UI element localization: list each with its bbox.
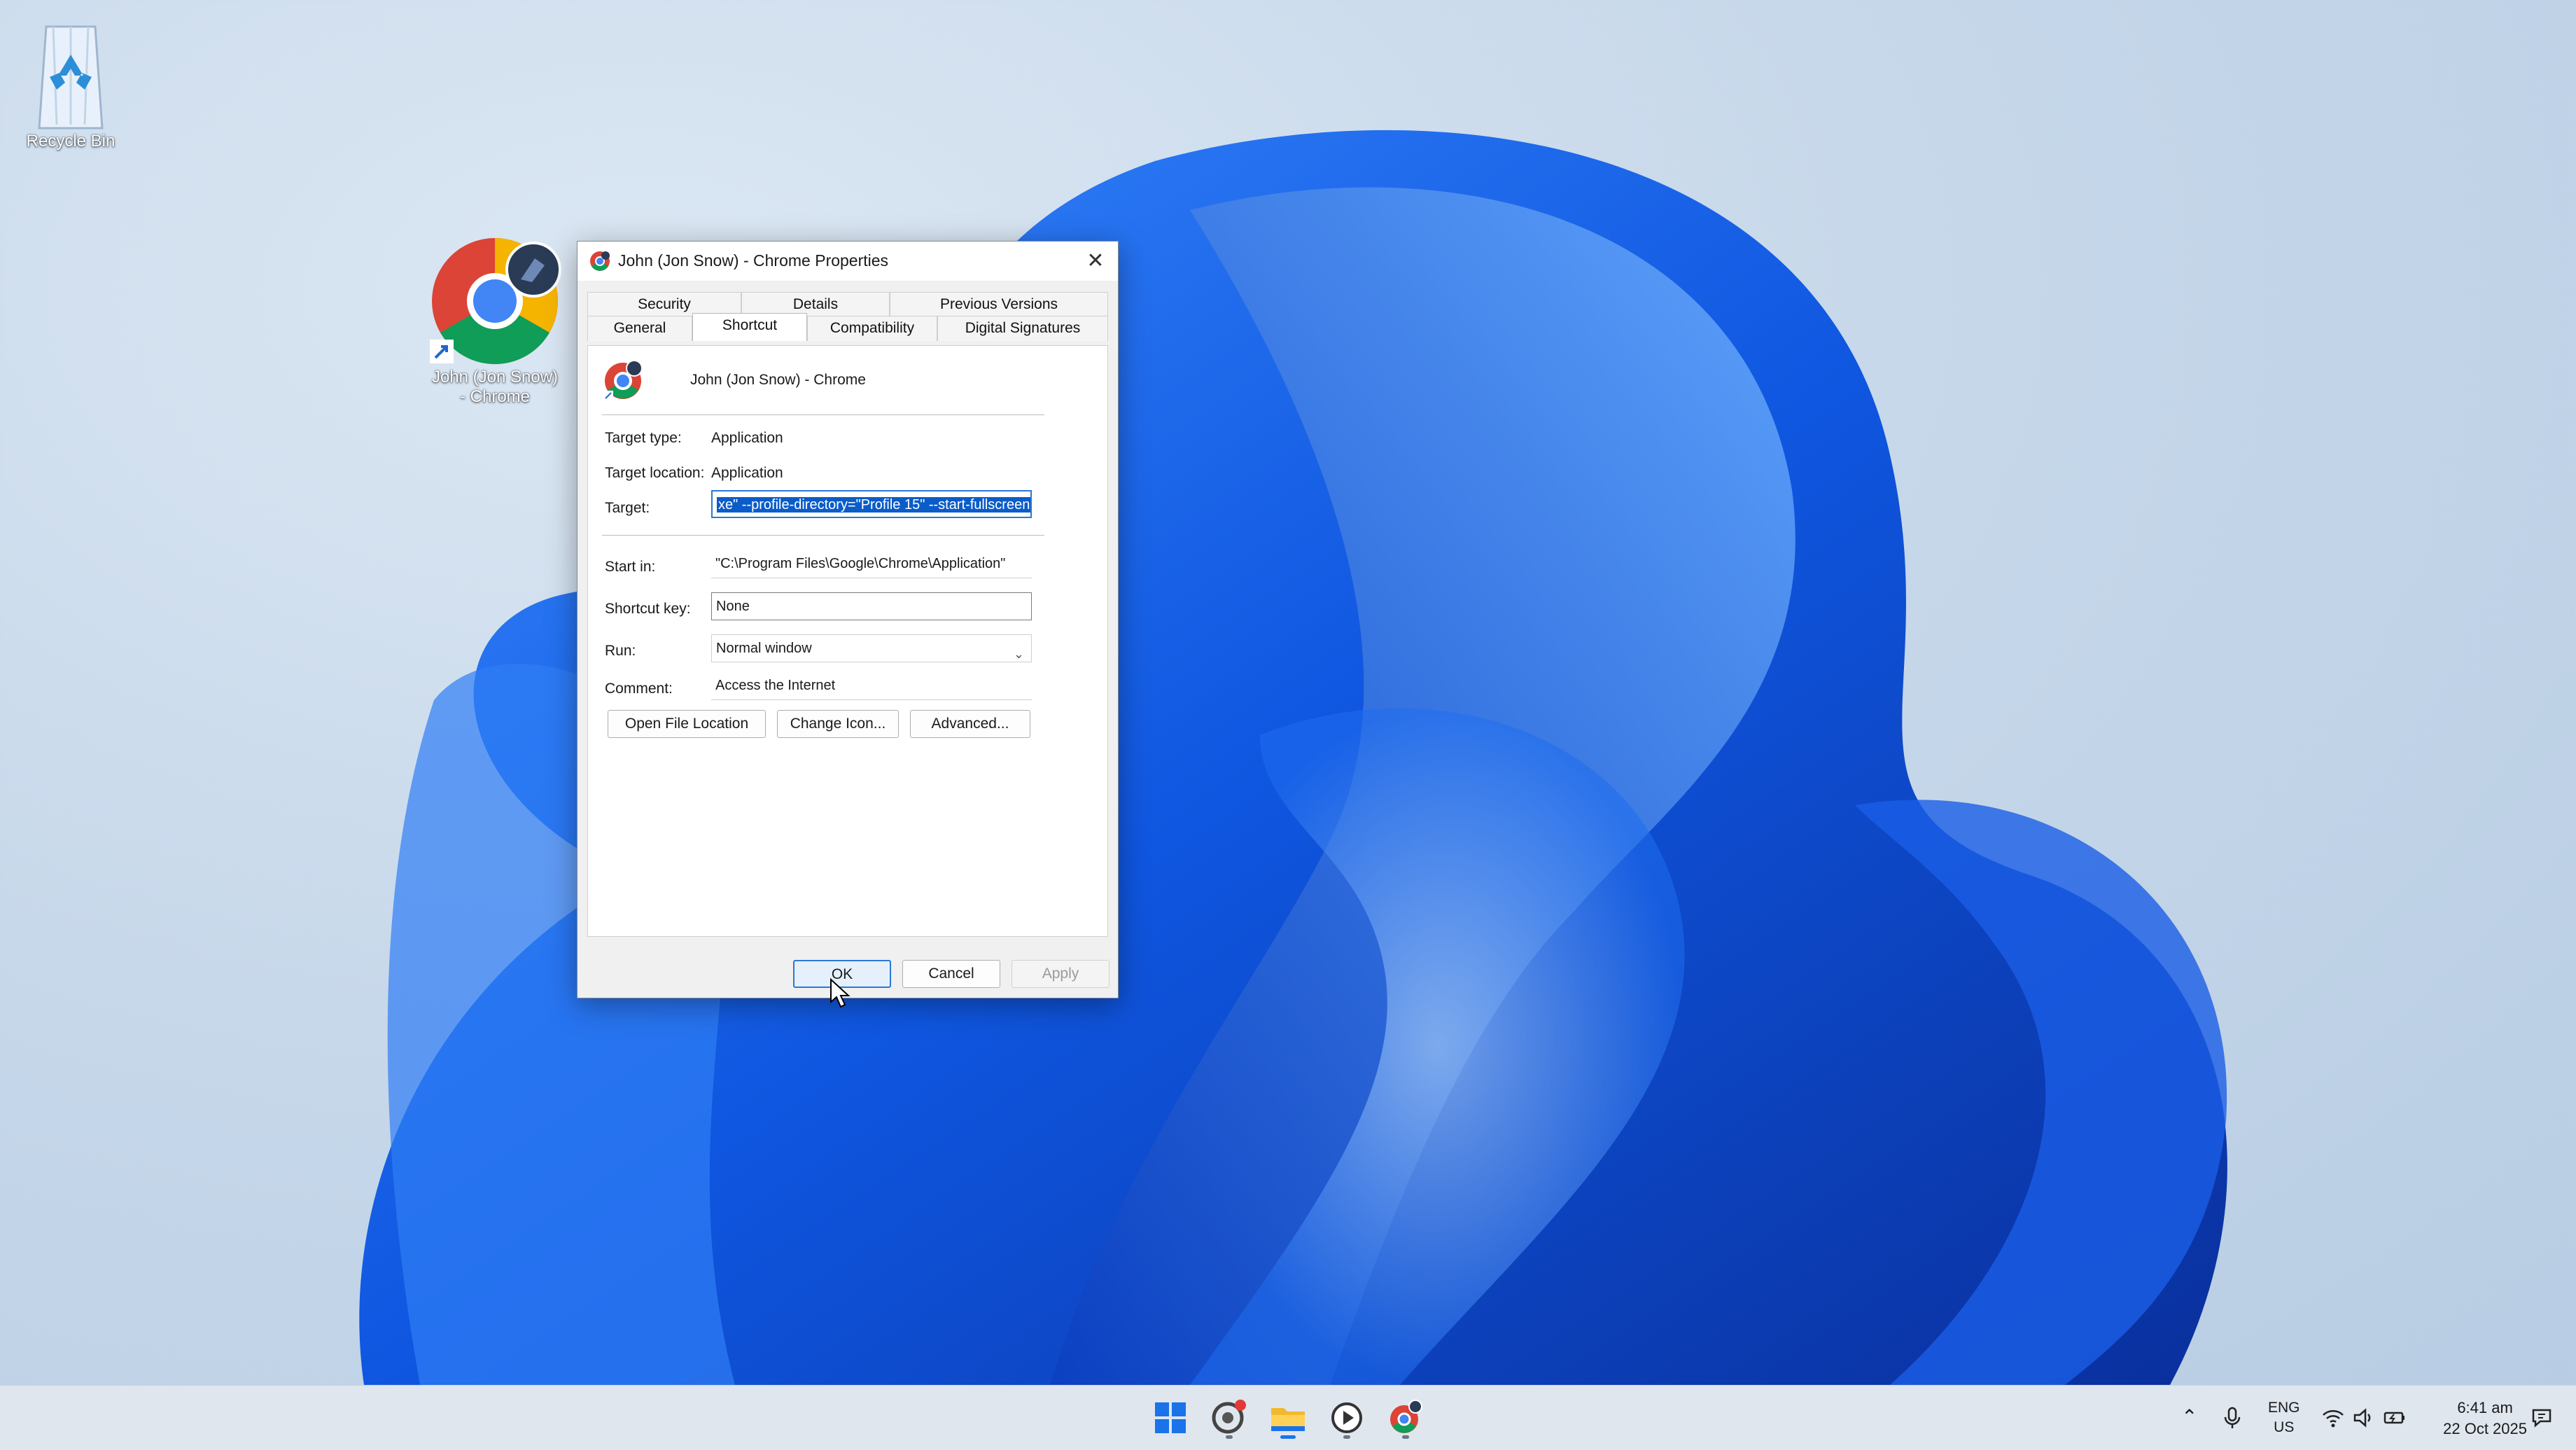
- target-label: Target:: [605, 500, 650, 516]
- file-explorer-icon: [1271, 1408, 1305, 1431]
- apply-button[interactable]: Apply: [1011, 960, 1110, 988]
- chrome-shortcut-label: John (Jon Snow) - Chrome: [431, 368, 559, 406]
- chrome-profile-icon: [1390, 1400, 1422, 1433]
- chrome-title-icon: [590, 251, 610, 271]
- comment-label: Comment:: [605, 681, 673, 697]
- microphone-icon[interactable]: [2220, 1406, 2244, 1430]
- run-label: Run:: [605, 643, 636, 659]
- tab-shortcut[interactable]: Shortcut: [692, 313, 807, 341]
- shortcut-key-label: Shortcut key:: [605, 601, 691, 617]
- shortcut-panel: John (Jon Snow) - Chrome Target type: Ap…: [587, 345, 1108, 937]
- target-input[interactable]: xe" --profile-directory="Profile 15" --s…: [711, 490, 1032, 518]
- taskbar-media-player[interactable]: [1324, 1395, 1369, 1440]
- tab-digital-signatures[interactable]: Digital Signatures: [937, 316, 1108, 341]
- recycle-bin-shortcut[interactable]: Recycle Bin: [4, 13, 137, 151]
- wifi-icon[interactable]: [2321, 1406, 2345, 1430]
- tab-general[interactable]: General: [587, 316, 692, 341]
- target-location-label: Target location:: [605, 465, 705, 481]
- language-indicator[interactable]: ENG US: [2268, 1398, 2300, 1437]
- tab-previous-versions[interactable]: Previous Versions: [890, 292, 1108, 317]
- cancel-button[interactable]: Cancel: [902, 960, 1000, 988]
- battery-icon[interactable]: [2383, 1406, 2407, 1430]
- run-selected-value: Normal window: [716, 641, 812, 656]
- close-button[interactable]: ✕: [1082, 247, 1110, 275]
- chrome-profile-icon: [428, 235, 561, 368]
- close-icon: ✕: [1086, 249, 1105, 272]
- notification-bell-icon[interactable]: [2530, 1406, 2554, 1430]
- chevron-down-icon: ⌄: [1013, 647, 1024, 661]
- chrome-shortcut-icon: [603, 360, 643, 400]
- recycle-bin-icon: [25, 13, 116, 132]
- chrome-notification-icon: [1212, 1400, 1246, 1434]
- tab-strip: Security Details Previous Versions Gener…: [587, 291, 1108, 345]
- comment-input[interactable]: Access the Internet: [711, 672, 1032, 700]
- chevron-up-icon[interactable]: ⌃: [2181, 1405, 2197, 1428]
- clock-date: 22 Oct 2025: [2443, 1420, 2527, 1437]
- change-icon-button[interactable]: Change Icon...: [777, 710, 899, 738]
- windows-start-icon: [1155, 1402, 1186, 1433]
- media-player-icon: [1331, 1402, 1362, 1433]
- start-in-input[interactable]: "C:\Program Files\Google\Chrome\Applicat…: [711, 550, 1032, 578]
- mouse-cursor-icon: [830, 978, 850, 1008]
- wallpaper-bloom: [359, 130, 2227, 1385]
- clock-time: 6:41 am: [2457, 1399, 2513, 1416]
- target-type-label: Target type:: [605, 430, 682, 446]
- language-code: ENG: [2268, 1400, 2300, 1416]
- recycle-bin-label: Recycle Bin: [26, 132, 115, 151]
- start-button[interactable]: [1148, 1395, 1193, 1440]
- taskbar-file-explorer[interactable]: [1266, 1395, 1310, 1440]
- shortcut-name: John (Jon Snow) - Chrome: [690, 372, 866, 388]
- start-in-label: Start in:: [605, 559, 656, 575]
- target-text: xe" --profile-directory="Profile 15" --s…: [717, 497, 1030, 513]
- taskbar: ⌃ ENG US 6:41 am 22 Oct 2025: [0, 1385, 2576, 1450]
- shortcut-key-input[interactable]: None: [711, 592, 1032, 620]
- run-select[interactable]: Normal window ⌄: [711, 634, 1032, 662]
- open-file-location-button[interactable]: Open File Location: [608, 710, 766, 738]
- tab-compatibility[interactable]: Compatibility: [807, 316, 937, 341]
- target-type-value: Application: [711, 430, 783, 446]
- taskbar-chrome-notification[interactable]: [1207, 1395, 1252, 1440]
- advanced-button[interactable]: Advanced...: [910, 710, 1030, 738]
- target-location-value: Application: [711, 465, 783, 481]
- volume-icon[interactable]: [2352, 1406, 2376, 1430]
- system-clock[interactable]: 6:41 am 22 Oct 2025: [2443, 1397, 2527, 1439]
- dialog-title: John (Jon Snow) - Chrome Properties: [618, 251, 889, 270]
- keyboard-region: US: [2274, 1419, 2295, 1435]
- chrome-desktop-shortcut[interactable]: John (Jon Snow) - Chrome: [428, 235, 561, 407]
- dialog-titlebar[interactable]: John (Jon Snow) - Chrome Properties ✕: [578, 242, 1118, 281]
- taskbar-chrome-profile[interactable]: [1383, 1395, 1428, 1440]
- properties-dialog: John (Jon Snow) - Chrome Properties ✕ Se…: [577, 241, 1119, 998]
